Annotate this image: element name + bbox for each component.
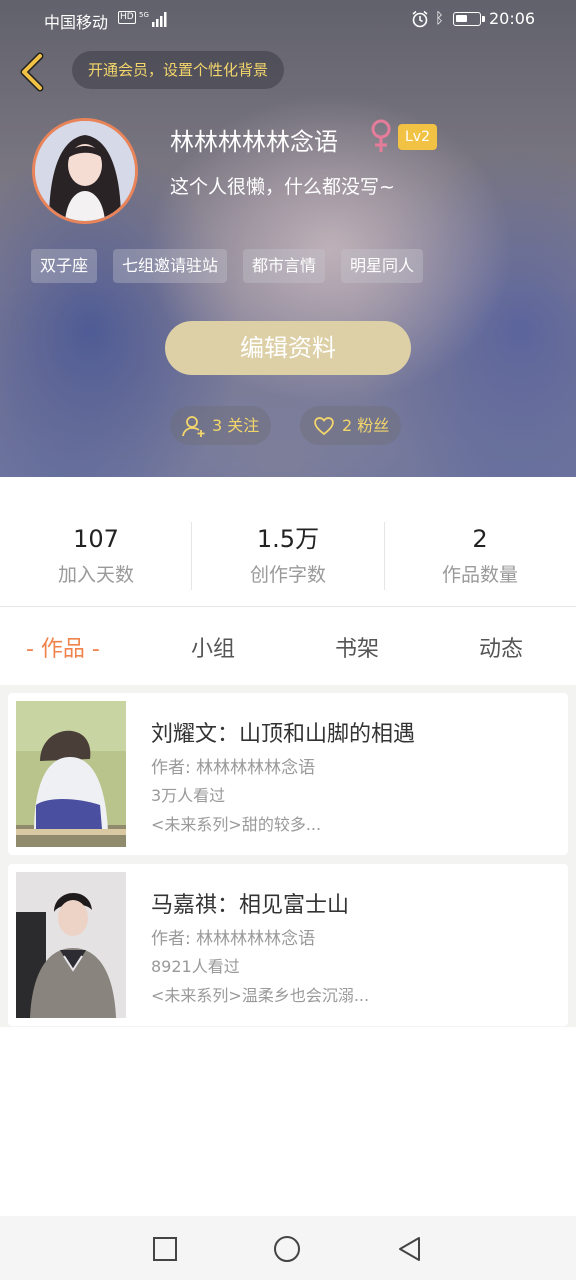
heart-icon [314,416,334,435]
system-navigation-bar [0,1216,576,1280]
user-plus-icon [182,415,205,437]
svg-text:5G: 5G [139,11,149,19]
tab-bookshelf[interactable]: 书架 [335,631,379,663]
back-arrow-icon[interactable] [14,50,48,94]
following-count: 3 关注 [212,416,260,435]
clock: 20:06 [489,9,536,28]
work-description: <未来系列>甜的较多... [151,815,322,834]
tab-works[interactable]: - 作品 - [26,631,100,663]
vip-background-prompt[interactable]: 开通会员，设置个性化背景 [72,51,285,89]
work-description: <未来系列>温柔乡也会沉溺... [151,986,370,1005]
work-title: 刘耀文：山顶和山脚的相遇 [151,722,416,747]
work-author: 作者: 林林林林林念语 [151,758,316,778]
status-bar: 中国移动 HD 5G ᛒ 20:06 [0,0,576,38]
tab-activity[interactable]: 动态 [479,631,523,663]
female-gender-icon [371,119,391,152]
work-cover-image [16,701,126,847]
divider [191,522,192,590]
level-badge: Lv2 [398,124,437,150]
stat-join-days: 107 加入天数 [0,522,192,587]
hd-icon: HD [118,11,136,24]
fans-button[interactable]: 2 粉丝 [300,406,402,445]
stats-section: 107 加入天数 1.5万 创作字数 2 作品数量 [0,477,576,607]
tag-item: 七组邀请驻站 [113,249,228,283]
username: 林林林林林念语 [170,128,338,156]
signal-icon: 5G [139,11,167,27]
stat-word-count: 1.5万 创作字数 [192,522,384,587]
stat-label: 作品数量 [441,564,518,586]
divider [384,522,385,590]
edit-profile-button[interactable]: 编辑资料 [165,321,411,375]
tag-list: 双子座 七组邀请驻站 都市言情 明星同人 [31,249,424,283]
work-card[interactable]: 马嘉祺：相见富士山 作者: 林林林林林念语 8921人看过 <未来系列>温柔乡也… [8,864,568,1026]
work-card[interactable]: 刘耀文：山顶和山脚的相遇 作者: 林林林林林念语 3万人看过 <未来系列>甜的较… [8,693,568,855]
work-author: 作者: 林林林林林念语 [151,929,316,949]
bluetooth-icon: ᛒ [435,9,445,27]
back-icon[interactable] [395,1234,425,1264]
stat-value: 2 [472,525,488,553]
tag-item: 明星同人 [341,249,424,283]
stat-value: 107 [73,525,119,553]
battery-icon [453,12,485,26]
tag-item: 都市言情 [243,249,326,283]
avatar[interactable] [32,118,138,224]
home-icon[interactable] [272,1234,302,1264]
work-views: 8921人看过 [151,957,240,976]
stat-value: 1.5万 [256,525,320,553]
tag-item: 双子座 [31,249,98,283]
stat-label: 加入天数 [57,564,134,586]
work-title: 马嘉祺：相见富士山 [151,893,350,918]
user-bio: 这个人很懒，什么都没写~ [170,176,395,198]
work-cover-image [16,872,126,1018]
following-button[interactable]: 3 关注 [170,406,272,445]
avatar-image [35,121,135,221]
tab-groups[interactable]: 小组 [191,631,235,663]
carrier-name: 中国移动 [44,13,109,32]
stat-works-count: 2 作品数量 [384,522,576,587]
recent-apps-icon[interactable] [150,1234,180,1264]
fans-count: 2 粉丝 [342,416,390,435]
stat-label: 创作字数 [249,564,326,586]
work-views: 3万人看过 [151,786,226,805]
alarm-icon [412,10,428,28]
tab-bar: - 作品 - 小组 书架 动态 [0,607,576,685]
